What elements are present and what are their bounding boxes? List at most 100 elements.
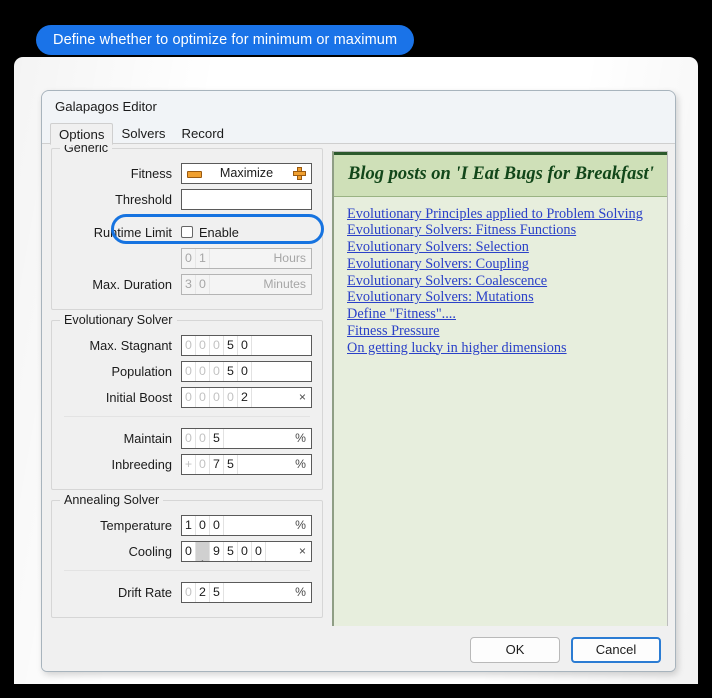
digit-cell: 0 bbox=[182, 335, 196, 355]
dialog-title: Galapagos Editor bbox=[55, 99, 157, 114]
blog-link-0[interactable]: Evolutionary Principles applied to Probl… bbox=[347, 206, 655, 223]
settings-column: Generic Fitness Maximize Threshold Runti… bbox=[51, 141, 323, 628]
generic-spacer bbox=[62, 213, 312, 220]
max-duration-label bbox=[62, 251, 181, 266]
digit-cell: 5 bbox=[210, 582, 224, 602]
digit-cell: 0 bbox=[252, 541, 266, 561]
field-filler bbox=[224, 583, 295, 602]
annealing-drift-rate-input[interactable]: 0 2 5% bbox=[181, 581, 312, 603]
digit-cell: 0 bbox=[196, 515, 210, 535]
digit-cell: 1 bbox=[182, 515, 196, 535]
minus-icon[interactable] bbox=[187, 168, 202, 179]
digit-cell: 0 bbox=[210, 387, 224, 407]
digit-cell: 0 bbox=[182, 361, 196, 381]
tab-record[interactable]: Record bbox=[173, 122, 232, 144]
evolutionary-initial-boost-input[interactable]: 0 0 0 0 2 × bbox=[181, 386, 312, 408]
blog-link-2[interactable]: Evolutionary Solvers: Selection bbox=[347, 239, 655, 256]
max-duration-minutes-input[interactable]: 3 0 Minutes bbox=[181, 273, 312, 295]
tab-record-label: Record bbox=[181, 125, 224, 141]
blog-link-8[interactable]: On getting lucky in higher dimensions bbox=[347, 340, 655, 357]
evolutionary-solver-group: Evolutionary Solver Max. Stagnant 0 0 0 5 0 Po… bbox=[51, 313, 323, 490]
digit-cell: 5 bbox=[224, 541, 238, 561]
blog-link-5[interactable]: Evolutionary Solvers: Mutations bbox=[347, 289, 655, 306]
blog-link-7[interactable]: Fitness Pressure bbox=[347, 323, 655, 340]
group-divider bbox=[64, 416, 310, 417]
digit-cell: 0 bbox=[196, 361, 210, 381]
blog-link-6[interactable]: Define "Fitness".... bbox=[347, 306, 655, 323]
digit-cell: 0 bbox=[210, 335, 224, 355]
group-divider bbox=[64, 570, 310, 571]
cancel-button-label: Cancel bbox=[595, 642, 637, 657]
blog-link-1[interactable]: Evolutionary Solvers: Fitness Functions bbox=[347, 222, 655, 239]
runtime-limit-label: Runtime Limit bbox=[93, 224, 172, 240]
fitness-row: Fitness Maximize bbox=[62, 161, 312, 185]
digit-cell: 0 bbox=[196, 274, 210, 294]
digit-cell: 5 bbox=[224, 361, 238, 381]
annealing-drift-rate-label: Drift Rate bbox=[117, 584, 172, 600]
annealing-solver-group: Annealing Solver Temperature 1 0 0% Cooling 0… bbox=[51, 493, 323, 618]
runtime-limit-checkbox[interactable]: Enable bbox=[181, 220, 239, 244]
fitness-label: Fitness bbox=[130, 165, 172, 181]
blog-link-3[interactable]: Evolutionary Solvers: Coupling bbox=[347, 256, 655, 273]
tab-solvers[interactable]: Solvers bbox=[113, 122, 173, 144]
field-filler bbox=[238, 455, 295, 474]
annealing-cooling-input[interactable]: 0. 9 5 0 0 × bbox=[181, 540, 312, 562]
ok-button[interactable]: OK bbox=[470, 636, 560, 663]
max-duration-minutes-row: Max. Duration 3 0 Minutes bbox=[62, 272, 312, 296]
digit-cell: 0 bbox=[182, 541, 196, 561]
max-duration-hours-input[interactable]: 0 1 Hours bbox=[181, 247, 312, 269]
evolutionary-initial-boost-label: Initial Boost bbox=[105, 389, 172, 405]
dialog-body: Generic Fitness Maximize Threshold Runti… bbox=[42, 141, 675, 671]
field-filler bbox=[252, 362, 306, 381]
generic-group: Generic Fitness Maximize Threshold Runti… bbox=[51, 141, 323, 310]
digit-cell: 0 bbox=[196, 335, 210, 355]
threshold-row: Threshold bbox=[62, 187, 312, 211]
digit-cell: 0 bbox=[210, 515, 224, 535]
evolutionary-max-stagnant-row: Max. Stagnant 0 0 0 5 0 bbox=[62, 333, 312, 357]
field-filler bbox=[210, 249, 273, 268]
unit-label: × bbox=[298, 390, 306, 404]
blog-panel-header-text: Blog posts on 'I Eat Bugs for Breakfast' bbox=[348, 164, 654, 184]
annealing-cooling-row: Cooling 0. 9 5 0 0 × bbox=[62, 539, 312, 563]
dialog-titlebar: Galapagos Editor bbox=[42, 91, 675, 122]
evolutionary-population-input[interactable]: 00050 bbox=[181, 360, 312, 382]
tooltip-callout: Define whether to optimize for minimum o… bbox=[36, 25, 415, 55]
annealing-cooling-label: Cooling bbox=[128, 543, 172, 559]
runtime-limit-row: Runtime Limit Enable bbox=[62, 220, 312, 244]
galapagos-editor-dialog: Galapagos Editor Options Solvers Record … bbox=[41, 90, 676, 672]
evolutionary-inbreeding-input[interactable]: +0 7 5% bbox=[181, 453, 312, 475]
digit-cell: 2 bbox=[196, 582, 210, 602]
unit-label: % bbox=[295, 518, 306, 532]
threshold-input[interactable] bbox=[181, 188, 312, 210]
cancel-button[interactable]: Cancel bbox=[571, 636, 661, 663]
evolutionary-inbreeding-row: Inbreeding +0 7 5% bbox=[62, 452, 312, 476]
unit-label bbox=[306, 336, 311, 355]
evolutionary-max-stagnant-label: Max. Stagnant bbox=[89, 337, 172, 353]
evolutionary-max-stagnant-input[interactable]: 00050 bbox=[181, 334, 312, 356]
evolutionary-group-legend: Evolutionary Solver bbox=[60, 313, 177, 327]
fitness-selector[interactable]: Maximize bbox=[181, 162, 312, 184]
field-filler bbox=[224, 429, 295, 448]
unit-label: % bbox=[295, 585, 306, 599]
digit-cell: 5 bbox=[210, 428, 224, 448]
evolutionary-initial-boost-row: Initial Boost 0 0 0 0 2 × bbox=[62, 385, 312, 409]
max-duration-hours-row: 0 1 Hours bbox=[62, 246, 312, 270]
unit-label: Hours bbox=[273, 251, 306, 265]
tab-options[interactable]: Options bbox=[50, 123, 114, 145]
digit-cell: 7 bbox=[210, 454, 224, 474]
blog-panel: Blog posts on 'I Eat Bugs for Breakfast'… bbox=[332, 151, 668, 627]
digit-cell: 5 bbox=[224, 335, 238, 355]
annealing-temperature-input[interactable]: 1 0 0% bbox=[181, 514, 312, 536]
digit-cell: 0 bbox=[196, 387, 210, 407]
digit-cell: 5 bbox=[224, 454, 238, 474]
annealing-group-legend: Annealing Solver bbox=[60, 493, 164, 507]
tab-solvers-label: Solvers bbox=[121, 125, 166, 141]
unit-label: % bbox=[295, 431, 306, 445]
digit-cell: 9 bbox=[210, 541, 224, 561]
evolutionary-maintain-input[interactable]: 0 0 5% bbox=[181, 427, 312, 449]
blog-link-4[interactable]: Evolutionary Solvers: Coalescence bbox=[347, 273, 655, 290]
plus-icon[interactable] bbox=[293, 166, 306, 180]
annealing-temperature-row: Temperature 1 0 0% bbox=[62, 513, 312, 537]
unit-label: Minutes bbox=[263, 277, 306, 291]
evolutionary-population-label: Population bbox=[111, 363, 172, 379]
